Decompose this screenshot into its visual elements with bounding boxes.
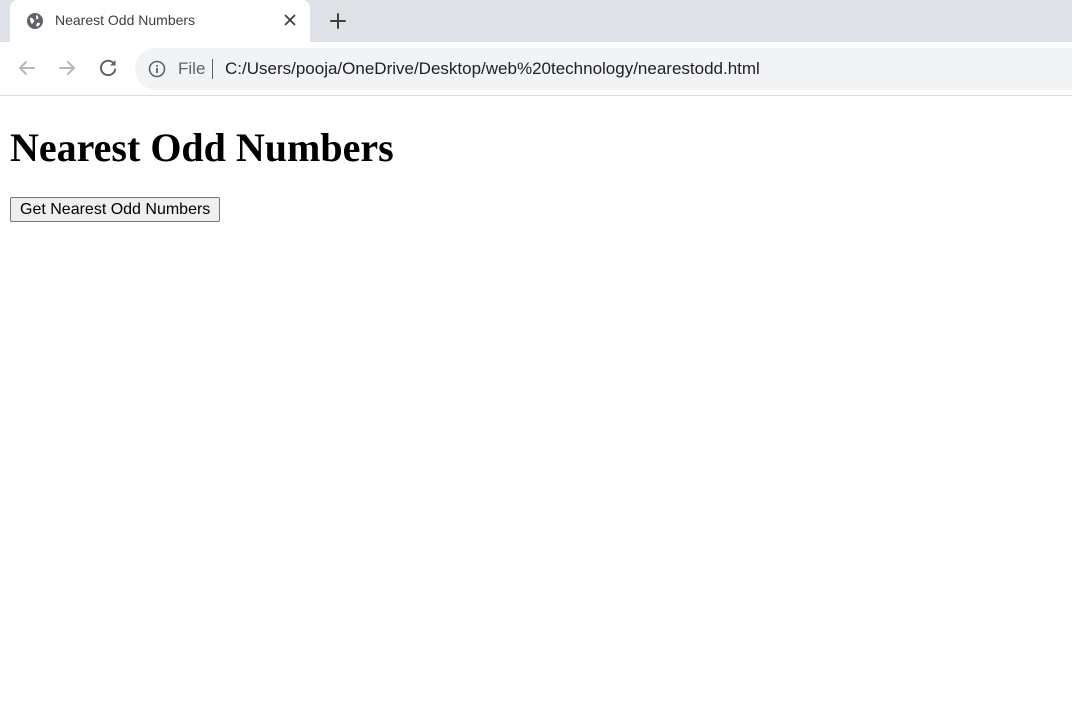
close-icon[interactable]: [282, 12, 298, 28]
page-content: Nearest Odd Numbers Get Nearest Odd Numb…: [0, 96, 1072, 710]
address-bar[interactable]: File C:/Users/pooja/OneDrive/Desktop/web…: [135, 48, 1072, 90]
url-text[interactable]: C:/Users/pooja/OneDrive/Desktop/web%20te…: [225, 59, 760, 79]
browser-toolbar: File C:/Users/pooja/OneDrive/Desktop/web…: [0, 42, 1072, 96]
get-nearest-odd-numbers-button[interactable]: Get Nearest Odd Numbers: [10, 197, 221, 222]
scheme-label: File: [178, 59, 206, 78]
reload-icon[interactable]: [96, 56, 120, 80]
arrow-right-icon[interactable]: [55, 56, 79, 80]
tab-strip: Nearest Odd Numbers: [0, 0, 1072, 42]
info-icon[interactable]: [148, 60, 166, 78]
tab-nearest-odd-numbers[interactable]: Nearest Odd Numbers: [10, 0, 310, 42]
arrow-left-icon[interactable]: [15, 56, 39, 80]
page-title: Nearest Odd Numbers: [10, 125, 394, 170]
globe-icon: [27, 13, 43, 29]
omnibox-divider: [212, 59, 213, 79]
tab-title: Nearest Odd Numbers: [55, 12, 196, 28]
browser-window: Nearest Odd Numbers File C:/Users/pooja/…: [0, 0, 1072, 710]
plus-icon[interactable]: [327, 10, 349, 32]
